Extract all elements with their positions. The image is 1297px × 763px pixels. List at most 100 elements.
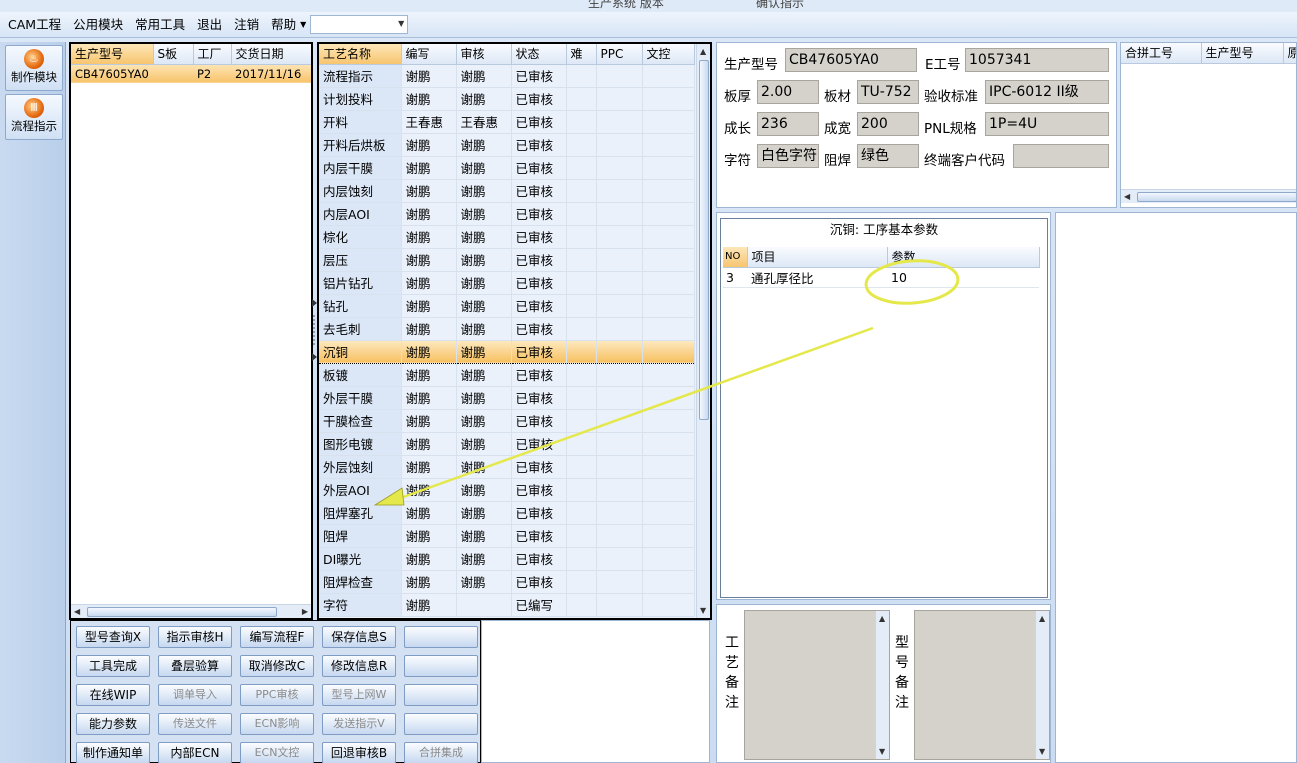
table-row[interactable]: 棕化 谢鹏 谢鹏 已审核	[319, 225, 695, 249]
scroll-right-icon[interactable]: ▶	[302, 607, 308, 616]
params-row[interactable]: 3 通孔厚径比 10	[723, 267, 1039, 288]
action-button[interactable]: 保存信息S	[322, 626, 396, 648]
standard-field[interactable]: IPC-6012 II级	[985, 80, 1109, 104]
action-button[interactable]: 取消修改C	[240, 655, 314, 677]
process-col-6[interactable]: 文控	[642, 44, 695, 65]
process-col-1[interactable]: 编写	[401, 44, 457, 65]
menu-common-module[interactable]: 公用模块	[67, 12, 129, 38]
model-note-field[interactable]: ▲ ▼	[914, 610, 1050, 760]
table-row[interactable]: 外层AOI 谢鹏 谢鹏 已审核	[319, 478, 695, 502]
empty-button[interactable]	[404, 626, 478, 648]
table-row[interactable]: 层压 谢鹏 谢鹏 已审核	[319, 248, 695, 272]
table-row[interactable]: 沉铜 谢鹏 谢鹏 已审核	[319, 339, 695, 364]
action-button[interactable]: ECN文控	[240, 742, 314, 763]
scroll-thumb[interactable]	[87, 607, 277, 617]
empty-button[interactable]	[404, 655, 478, 677]
table-row[interactable]: 铝片钻孔 谢鹏 谢鹏 已审核	[319, 271, 695, 295]
scroll-down-icon[interactable]: ▼	[700, 606, 706, 615]
table-row[interactable]: 阻焊检查 谢鹏 谢鹏 已审核	[319, 570, 695, 594]
menu-combo[interactable]: ▼	[310, 15, 409, 34]
menu-exit[interactable]: 退出	[191, 12, 228, 38]
table-row[interactable]: 干膜检查 谢鹏 谢鹏 已审核	[319, 409, 695, 433]
action-button[interactable]: 调单导入	[158, 684, 232, 706]
combine-hscroll[interactable]: ◀	[1121, 189, 1296, 203]
combine-col-extra[interactable]: 原	[1283, 43, 1296, 64]
process-vscroll[interactable]: ▲ ▼	[696, 44, 710, 618]
combine-col-eno[interactable]: 合拼工号	[1121, 43, 1202, 64]
menu-overflow-icon[interactable]: ▼	[300, 20, 306, 29]
scroll-left-icon[interactable]: ◀	[1124, 192, 1130, 201]
process-note-field[interactable]: ▲ ▼	[744, 610, 890, 760]
params-col-no[interactable]: NO	[723, 247, 748, 268]
models-col-2[interactable]: 工厂	[193, 44, 232, 65]
make-module-button[interactable]: ♨ 制作模块	[5, 45, 63, 91]
table-row[interactable]: 外层蚀刻 谢鹏 谢鹏 已审核	[319, 455, 695, 479]
action-button[interactable]: 能力参数	[76, 713, 150, 735]
note-vscroll[interactable]: ▲ ▼	[875, 611, 889, 759]
table-row[interactable]: 板镀 谢鹏 谢鹏 已审核	[319, 363, 695, 387]
table-row[interactable]: 流程指示 谢鹏 谢鹏 已审核	[319, 64, 695, 88]
table-row[interactable]: 钻孔 谢鹏 谢鹏 已审核	[319, 294, 695, 318]
table-row[interactable]: 字符 谢鹏 已编写	[319, 593, 695, 617]
empty-button[interactable]	[404, 713, 478, 735]
scroll-thumb[interactable]	[1137, 192, 1296, 202]
table-row[interactable]: 去毛刺 谢鹏 谢鹏 已审核	[319, 317, 695, 341]
menu-logout[interactable]: 注销	[228, 12, 265, 38]
scroll-up-icon[interactable]: ▲	[700, 47, 706, 56]
model-field[interactable]: CB47605YA0	[785, 48, 917, 72]
table-row[interactable]: 内层蚀刻 谢鹏 谢鹏 已审核	[319, 179, 695, 203]
process-col-4[interactable]: 难	[566, 44, 597, 65]
action-button[interactable]: 型号上网W	[322, 684, 396, 706]
scroll-up-icon[interactable]: ▲	[1039, 614, 1045, 623]
flow-instruction-button[interactable]: Ⅲ 流程指示	[5, 94, 63, 140]
params-col-item[interactable]: 项目	[747, 247, 888, 268]
menu-cam[interactable]: CAM工程	[0, 12, 67, 38]
table-row[interactable]: 内层干膜 谢鹏 谢鹏 已审核	[319, 156, 695, 180]
models-hscroll[interactable]: ◀ ▶	[71, 604, 311, 618]
models-col-1[interactable]: S板	[153, 44, 194, 65]
char-field[interactable]: 白色字符	[757, 144, 819, 168]
mask-field[interactable]: 绿色	[857, 144, 919, 168]
note-vscroll[interactable]: ▲ ▼	[1035, 611, 1049, 759]
action-button[interactable]: 叠层验算	[158, 655, 232, 677]
table-row[interactable]: DI曝光 谢鹏 谢鹏 已审核	[319, 547, 695, 571]
table-row[interactable]: 阻焊 谢鹏 谢鹏 已审核	[319, 524, 695, 548]
combine-col-model[interactable]: 生产型号	[1201, 43, 1284, 64]
scroll-down-icon[interactable]: ▼	[879, 747, 885, 756]
process-col-3[interactable]: 状态	[511, 44, 567, 65]
table-row[interactable]: 开料 王春惠 王春惠 已审核	[319, 110, 695, 134]
width-field[interactable]: 200	[857, 112, 919, 136]
menu-tools[interactable]: 常用工具	[129, 12, 191, 38]
scroll-up-icon[interactable]: ▲	[879, 614, 885, 623]
process-col-5[interactable]: PPC	[596, 44, 643, 65]
action-button[interactable]: 回退审核B	[322, 742, 396, 763]
action-button[interactable]: 工具完成	[76, 655, 150, 677]
scroll-down-icon[interactable]: ▼	[1039, 747, 1045, 756]
models-col-3[interactable]: 交货日期	[231, 44, 311, 65]
menu-help[interactable]: 帮助	[265, 12, 302, 38]
action-button[interactable]: 制作通知单	[76, 742, 150, 763]
process-col-0[interactable]: 工艺名称	[319, 44, 402, 65]
eno-field[interactable]: 1057341	[965, 48, 1109, 72]
material-field[interactable]: TU-752	[857, 80, 919, 104]
scroll-thumb[interactable]	[699, 60, 709, 420]
scroll-left-icon[interactable]: ◀	[74, 607, 80, 616]
table-row[interactable]: 开料后烘板 谢鹏 谢鹏 已审核	[319, 133, 695, 157]
table-row[interactable]: CB47605YA0 P2 2017/11/16	[71, 64, 311, 83]
pnl-field[interactable]: 1P=4U	[985, 112, 1109, 136]
table-row[interactable]: 阻焊塞孔 谢鹏 谢鹏 已审核	[319, 501, 695, 525]
length-field[interactable]: 236	[757, 112, 819, 136]
models-col-0[interactable]: 生产型号	[71, 44, 154, 65]
empty-button[interactable]	[404, 684, 478, 706]
action-button[interactable]: 内部ECN	[158, 742, 232, 763]
table-row[interactable]: 内层AOI 谢鹏 谢鹏 已审核	[319, 202, 695, 226]
process-col-2[interactable]: 审核	[456, 44, 512, 65]
params-col-value[interactable]: 参数	[887, 247, 1040, 268]
action-button[interactable]: 传送文件	[158, 713, 232, 735]
action-button[interactable]: PPC审核	[240, 684, 314, 706]
thickness-field[interactable]: 2.00	[757, 80, 819, 104]
action-button[interactable]: 发送指示V	[322, 713, 396, 735]
action-button[interactable]: 指示审核H	[158, 626, 232, 648]
action-button[interactable]: 编写流程F	[240, 626, 314, 648]
table-row[interactable]: 计划投料 谢鹏 谢鹏 已审核	[319, 87, 695, 111]
